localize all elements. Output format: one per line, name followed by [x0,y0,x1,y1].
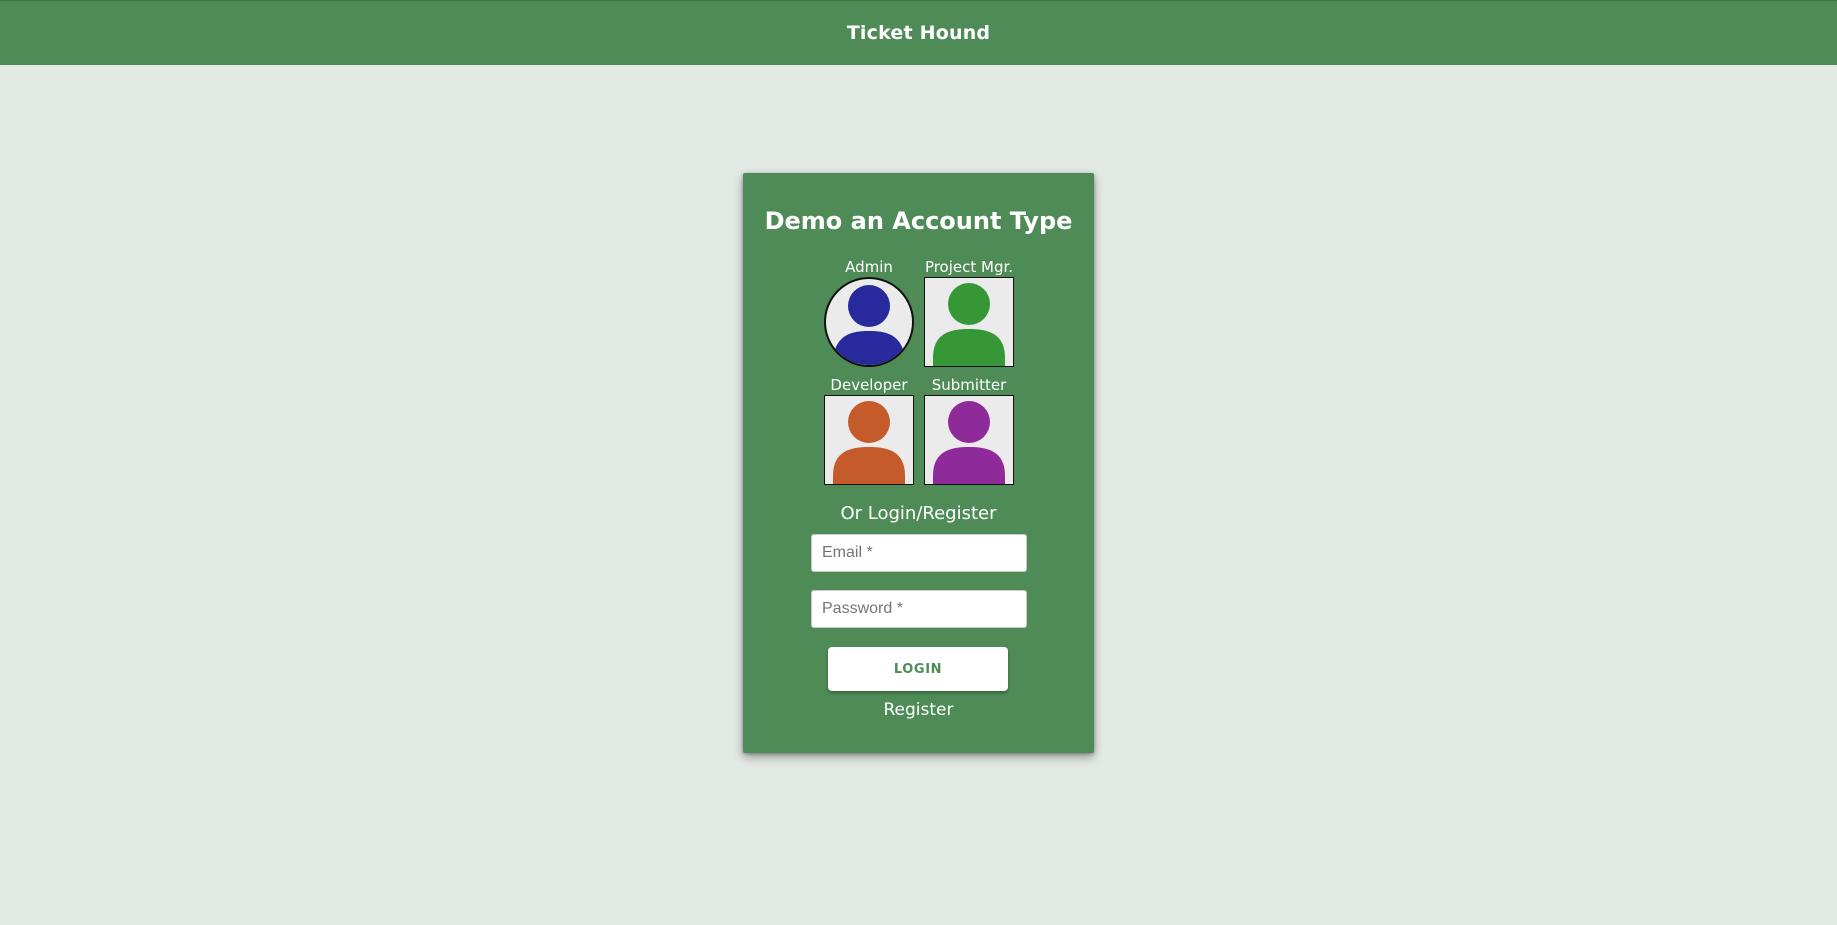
login-card: Demo an Account Type Admin Project Mgr. [743,173,1094,753]
demo-account-grid: Admin Project Mgr. Developer Submitter [822,259,1016,495]
card-title: Demo an Account Type [764,207,1073,235]
demo-developer-label: Developer [830,376,908,394]
submitter-avatar[interactable] [924,395,1014,485]
email-field[interactable] [811,534,1027,572]
demo-project-manager-button[interactable]: Project Mgr. [922,259,1016,367]
developer-avatar[interactable] [824,395,914,485]
demo-submitter-button[interactable]: Submitter [922,377,1016,485]
demo-submitter-label: Submitter [931,376,1007,394]
demo-project-manager-label: Project Mgr. [924,258,1014,276]
register-link[interactable]: Register [743,700,1094,720]
person-icon [933,283,1005,366]
demo-developer-button[interactable]: Developer [822,377,916,485]
demo-admin-button[interactable]: Admin [822,259,916,367]
login-register-subhead: Or Login/Register [840,503,997,524]
person-icon [832,285,906,365]
admin-avatar[interactable] [824,277,914,367]
person-icon [933,401,1005,484]
app-title: Ticket Hound [846,22,991,44]
demo-admin-label: Admin [845,258,893,276]
password-field[interactable] [811,590,1027,628]
app-header: Ticket Hound [0,0,1837,65]
person-icon [833,401,905,484]
project-manager-avatar[interactable] [924,277,1014,367]
login-button[interactable]: LOGIN [828,647,1008,691]
